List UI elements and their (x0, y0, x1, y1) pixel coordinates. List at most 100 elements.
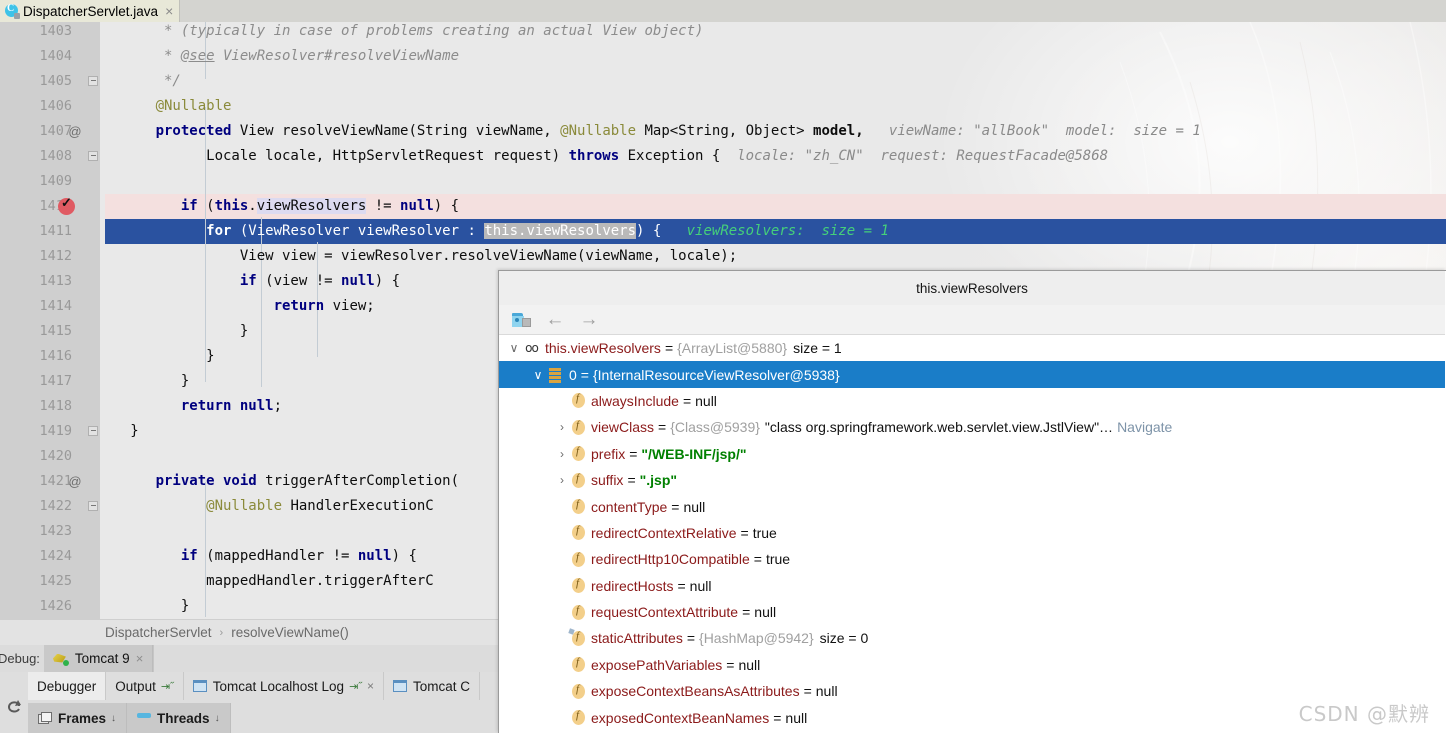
debugger-subtab-threads[interactable]: Threads ↓ (127, 703, 231, 733)
override-marker-icon[interactable]: @ (60, 119, 90, 144)
variable-name: exposePathVariables (591, 656, 723, 673)
code-line[interactable]: * @see ViewResolver#resolveViewName (105, 44, 459, 69)
code-line[interactable]: if (view != null) { (105, 269, 400, 294)
code-token: ( (197, 198, 215, 214)
override-marker-icon[interactable]: @ (60, 469, 90, 494)
code-token: triggerAfterCompletion( (256, 473, 460, 489)
tree-row[interactable]: f contentType = null (499, 493, 1445, 519)
code-token: . (248, 198, 257, 214)
code-line[interactable]: if (mappedHandler != null) { (105, 544, 417, 569)
tree-row[interactable]: ∨ oo this.viewResolvers = {ArrayList@5880} si… (499, 335, 1445, 361)
code-line[interactable]: Locale locale, HttpServletRequest reques… (105, 144, 1108, 169)
line-number: 1425 (39, 573, 72, 589)
chevron-right-icon[interactable]: › (555, 447, 569, 461)
tree-row[interactable]: f exposedContextBeanNames = null (499, 704, 1445, 730)
code-line[interactable]: */ (105, 69, 181, 94)
debug-tab-tomcat-c[interactable]: Tomcat C (384, 672, 480, 700)
tree-row[interactable]: f redirectContextRelative = true (499, 520, 1445, 546)
debug-tab-debugger[interactable]: Debugger (28, 672, 107, 700)
field-icon: f (571, 604, 586, 620)
equals-sign: = (629, 445, 638, 462)
variable-name: redirectHosts (591, 577, 674, 594)
forward-arrow-icon[interactable]: → (579, 310, 599, 330)
popup-toolbar[interactable]: ← → (499, 305, 1445, 335)
line-number: 1411 (39, 223, 72, 239)
code-fold-toggle-icon[interactable] (86, 69, 100, 94)
breadcrumb-method[interactable]: resolveViewName() (231, 625, 349, 640)
editor-tab-dispatcherservlet[interactable]: C DispatcherServlet.java × (0, 0, 181, 22)
debug-label: Debug: (0, 651, 40, 666)
variable-name: exposeContextBeansAsAttributes (591, 683, 800, 700)
code-token: if (105, 548, 198, 564)
code-line[interactable]: mappedHandler.triggerAfterC (105, 569, 434, 594)
code-line[interactable]: } (105, 319, 248, 344)
code-line[interactable]: @Nullable HandlerExecutionC (105, 494, 434, 519)
tree-row[interactable]: f redirectHttp10Compatible = true (499, 546, 1445, 572)
code-line[interactable]: } (105, 594, 189, 619)
tree-row[interactable]: › f suffix = ".jsp" (499, 467, 1445, 493)
tree-row[interactable]: ∨ 0 = {InternalResourceViewResolver@5938} (499, 361, 1445, 388)
code-line[interactable]: protected View resolveViewName(String vi… (105, 119, 1201, 144)
equals-sign: = (671, 498, 680, 515)
chevron-down-icon[interactable]: ↓ (215, 713, 220, 724)
debug-tabbar-spacer (0, 672, 28, 700)
tree-row[interactable]: f staticAttributes = {HashMap@5942} size = 0 (499, 625, 1445, 651)
tree-row[interactable]: › f viewClass = {Class@5939} "class org.sprin… (499, 414, 1445, 440)
code-fold-toggle-icon[interactable] (86, 419, 100, 444)
close-icon[interactable]: × (136, 651, 144, 666)
group-by-icon[interactable] (511, 310, 531, 330)
code-token: HandlerExecutionC (282, 498, 434, 514)
close-icon[interactable]: × (165, 4, 173, 18)
run-config-tab-tomcat9[interactable]: Tomcat 9 × (43, 645, 154, 672)
code-line[interactable]: if (this.viewResolvers != null) { (105, 194, 459, 219)
tree-row[interactable]: f requestContextAttribute = null (499, 599, 1445, 625)
debugger-subtab-frames[interactable]: Frames ↓ (28, 703, 128, 733)
tree-row[interactable]: f alwaysInclude = null (499, 388, 1445, 414)
chevron-down-icon[interactable]: ↓ (111, 713, 116, 724)
code-fold-toggle-icon[interactable] (86, 144, 100, 169)
code-fold-toggle-icon[interactable] (86, 494, 100, 519)
tree-row[interactable]: f exposePathVariables = null (499, 652, 1445, 678)
tree-row[interactable]: › f prefix = "/WEB-INF/jsp/" (499, 441, 1445, 467)
equals-sign: = (742, 604, 751, 621)
code-line[interactable]: } (105, 419, 138, 444)
editor-gutter[interactable]: 1403 1404 1405 1406 1407 1408 1409 1410 1411 1412… (0, 22, 100, 619)
code-line[interactable]: return view; (105, 294, 375, 319)
breakpoint-icon[interactable]: ✓ (58, 195, 75, 215)
line-number: 1408 (39, 148, 72, 164)
debug-tab-label: Tomcat Localhost Log (212, 678, 345, 694)
equals-sign: = (677, 577, 686, 594)
breadcrumb-class[interactable]: DispatcherServlet (105, 625, 212, 640)
code-line[interactable]: @Nullable (105, 94, 232, 119)
field-icon: f (571, 709, 586, 726)
chevron-right-icon[interactable]: › (555, 473, 569, 487)
back-arrow-icon[interactable]: ← (545, 310, 565, 330)
variables-tree[interactable]: ∨ oo this.viewResolvers = {ArrayList@5880} si… (499, 335, 1445, 733)
code-line[interactable]: * (typically in case of problems creatin… (105, 22, 703, 44)
code-line[interactable]: View view = viewResolver.resolveViewName… (105, 244, 737, 269)
inspect-popup-this-viewresolvers[interactable]: this.viewResolvers ← → ∨ oo this.viewResol… (498, 270, 1446, 733)
rerun-icon[interactable] (5, 698, 23, 718)
code-line[interactable]: private void triggerAfterCompletion( (105, 469, 459, 494)
pin-icon[interactable]: ⇥˝ (349, 680, 362, 693)
pin-icon[interactable]: ⇥˝ (161, 680, 174, 693)
chevron-down-icon[interactable]: ∨ (507, 341, 521, 355)
code-token: private void (105, 473, 257, 489)
debug-tab-tomcat-localhost-log[interactable]: Tomcat Localhost Log ⇥˝ × (184, 672, 384, 700)
code-line[interactable]: return null; (105, 394, 282, 419)
line-number: 1420 (39, 448, 72, 464)
line-number: 1415 (39, 323, 72, 339)
chevron-down-icon[interactable]: ∨ (531, 368, 545, 382)
close-icon[interactable]: × (367, 679, 374, 693)
tree-row[interactable]: f exposeContextBeansAsAttributes = null (499, 678, 1445, 704)
tree-row[interactable]: f redirectHosts = null (499, 573, 1445, 599)
chevron-right-icon[interactable]: › (555, 420, 569, 434)
debug-tab-output[interactable]: Output ⇥˝ (106, 672, 184, 700)
navigate-link[interactable]: Navigate (1117, 419, 1172, 435)
code-line[interactable]: } (105, 369, 189, 394)
code-line[interactable]: } (105, 344, 214, 369)
code-line[interactable]: for (ViewResolver viewResolver : this.vi… (105, 219, 889, 244)
field-icon: f (571, 524, 586, 541)
equals-sign: = (773, 709, 782, 726)
